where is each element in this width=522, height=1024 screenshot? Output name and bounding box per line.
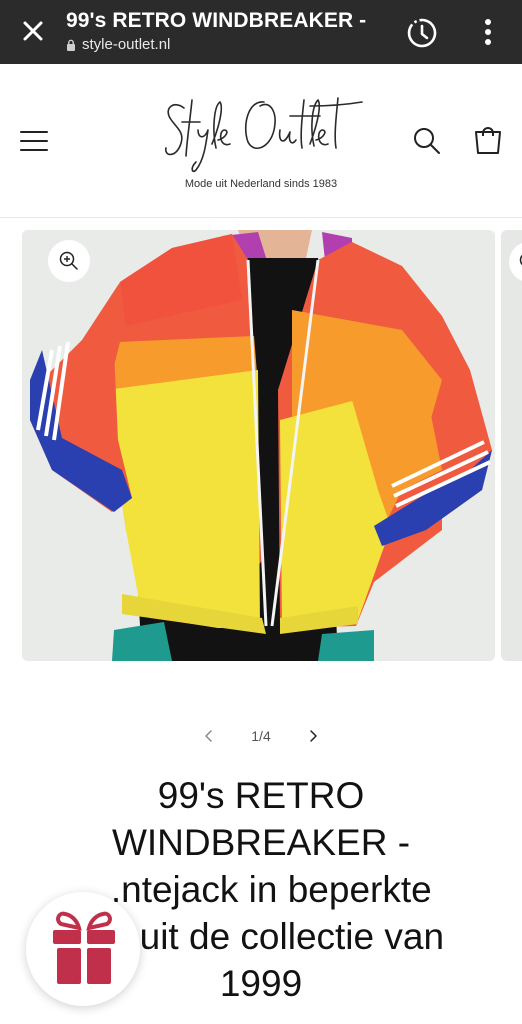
browser-url-text: style-outlet.nl xyxy=(82,36,171,53)
lock-icon xyxy=(67,39,75,51)
browser-url[interactable]: style-outlet.nl xyxy=(66,36,170,53)
product-title-line: WINDBREAKER - xyxy=(111,822,411,863)
chevron-left-icon[interactable] xyxy=(201,728,217,744)
chevron-right-icon[interactable] xyxy=(305,728,321,744)
zoom-in-icon xyxy=(59,251,78,270)
gift-button[interactable] xyxy=(26,892,140,1006)
store-header: Mode uit Nederland sinds 1983 xyxy=(0,64,522,218)
browser-page-title: 99's RETRO WINDBREAKER - xyxy=(66,9,367,32)
gift-icon xyxy=(53,911,115,984)
gallery-pager: 1/4 xyxy=(0,724,522,748)
close-icon[interactable] xyxy=(18,16,48,46)
shopping-bag-icon[interactable] xyxy=(472,124,504,156)
store-logo[interactable] xyxy=(160,86,365,176)
more-options-icon[interactable] xyxy=(476,16,500,50)
product-gallery[interactable] xyxy=(0,230,522,662)
history-icon[interactable] xyxy=(405,16,439,50)
zoom-button-next[interactable] xyxy=(509,242,522,282)
windbreaker-photo xyxy=(22,230,495,661)
browser-top-bar: 99's RETRO WINDBREAKER - style-outlet.nl xyxy=(0,0,522,64)
product-image[interactable] xyxy=(22,230,495,661)
pager-count: 1/4 xyxy=(251,728,271,744)
menu-icon[interactable] xyxy=(20,130,48,152)
store-tagline: Mode uit Nederland sinds 1983 xyxy=(184,178,338,190)
zoom-in-icon xyxy=(519,254,522,266)
product-title-line: 99's RETRO xyxy=(157,775,365,816)
next-product-image[interactable] xyxy=(501,230,522,661)
zoom-button[interactable] xyxy=(48,240,90,282)
search-icon[interactable] xyxy=(412,126,442,156)
